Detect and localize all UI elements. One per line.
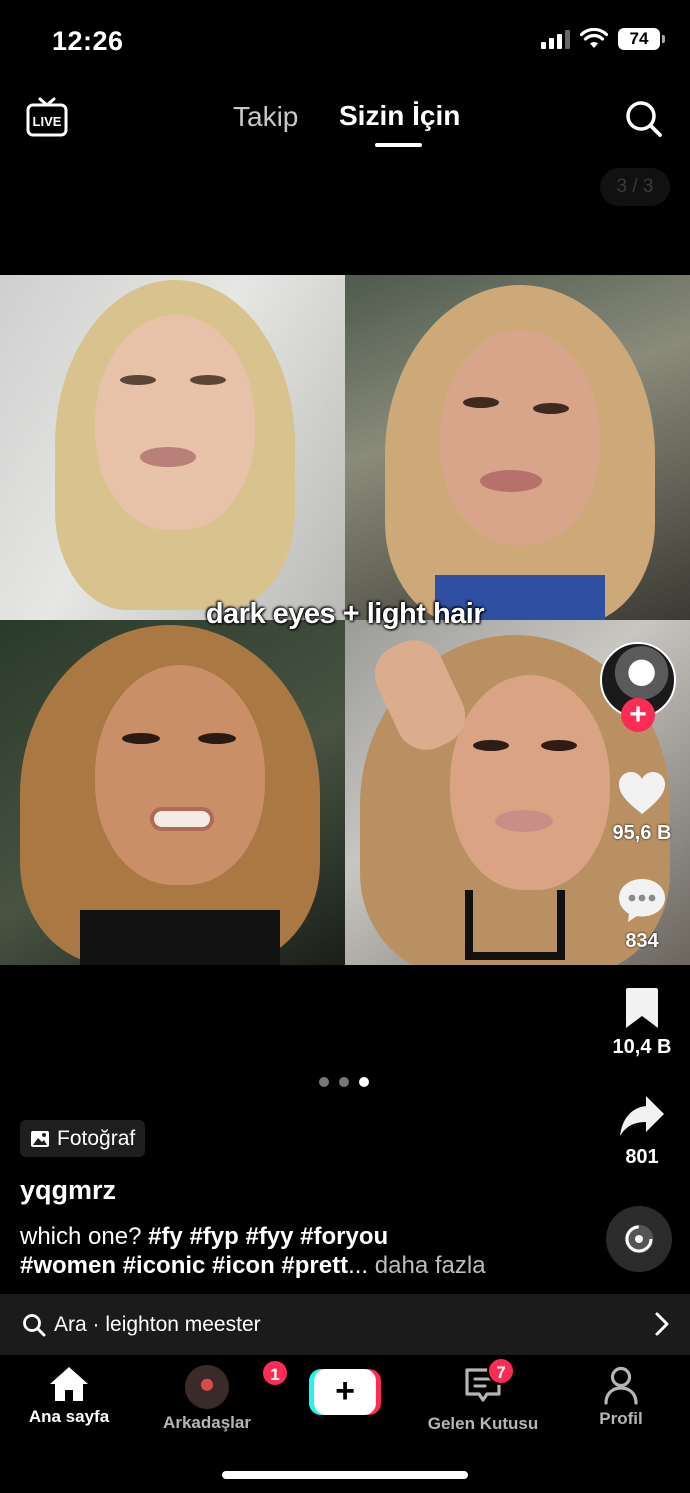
creator-avatar-button[interactable]: + xyxy=(600,642,678,732)
nav-home[interactable]: Ana sayfa xyxy=(0,1365,138,1427)
battery-indicator: 74 xyxy=(618,28,665,50)
nav-profile-label: Profil xyxy=(599,1409,643,1428)
music-disc-icon xyxy=(625,1225,653,1253)
carousel-dot-active xyxy=(359,1077,369,1087)
like-count: 95,6 B xyxy=(612,822,672,844)
collage-photo-top-right xyxy=(345,275,690,620)
nav-home-label: Ana sayfa xyxy=(28,1407,110,1426)
bookmark-icon xyxy=(626,988,658,1028)
cellular-signal-icon xyxy=(541,29,570,49)
music-disc-button[interactable] xyxy=(606,1206,672,1272)
creator-username[interactable]: yqgmrz xyxy=(20,1175,116,1206)
active-tab-indicator xyxy=(375,143,422,147)
share-count: 801 xyxy=(625,1146,659,1168)
carousel-dot xyxy=(339,1077,349,1087)
status-indicators: 74 xyxy=(541,28,665,50)
like-button[interactable]: 95,6 B xyxy=(598,770,686,845)
inbox-notification-badge: 7 xyxy=(487,1357,515,1385)
nav-create[interactable]: + xyxy=(276,1365,414,1415)
plus-icon: + xyxy=(314,1369,376,1415)
search-icon xyxy=(23,1313,46,1336)
photo-page-counter: 3 / 3 xyxy=(600,168,670,206)
collage-photo-top-left xyxy=(0,275,345,620)
search-suggestion-text: Ara · leighton meester xyxy=(54,1313,261,1337)
nav-inbox[interactable]: 7 Gelen Kutusu xyxy=(414,1357,552,1434)
caption-hashtags-line1[interactable]: #fy #fyp #fyy #foryou xyxy=(148,1223,388,1250)
carousel-dots xyxy=(319,1077,369,1087)
chevron-right-icon xyxy=(655,1312,669,1336)
heart-icon xyxy=(619,772,665,814)
status-time: 12:26 xyxy=(52,26,124,56)
photo-type-badge: Fotoğraf xyxy=(20,1120,146,1157)
home-indicator-bar xyxy=(222,1471,468,1479)
caption-hashtags-line2[interactable]: #women #iconic #icon #prett xyxy=(20,1252,348,1279)
wifi-icon xyxy=(580,28,608,48)
photo-overlay-text: dark eyes + light hair xyxy=(205,598,485,630)
caption-ellipsis: ... xyxy=(348,1252,369,1279)
caption-text: which one? xyxy=(20,1223,142,1250)
search-prefix: Ara xyxy=(54,1312,87,1336)
tv-live-icon: LIVE xyxy=(26,97,68,137)
post-caption[interactable]: which one? #fy #fyp #fyy #foryou #women … xyxy=(20,1222,580,1280)
tab-for-you[interactable]: Sizin İçin xyxy=(339,100,460,132)
follow-plus-button[interactable]: + xyxy=(621,698,655,732)
search-icon xyxy=(626,101,662,137)
nav-profile[interactable]: Profil xyxy=(552,1365,690,1429)
photo-type-label: Fotoğraf xyxy=(57,1126,136,1150)
profile-person-icon xyxy=(604,1366,638,1405)
save-count: 10,4 B xyxy=(612,1036,672,1058)
nav-friends-label: Arkadaşlar xyxy=(163,1413,251,1432)
share-arrow-icon xyxy=(620,1096,664,1136)
image-icon xyxy=(31,1130,49,1147)
comment-bubble-icon xyxy=(619,879,665,922)
nav-friends[interactable]: 1 Arkadaşlar xyxy=(138,1359,289,1433)
home-icon xyxy=(50,1367,88,1401)
nav-inbox-label: Gelen Kutusu xyxy=(427,1414,539,1433)
create-post-button[interactable]: + xyxy=(309,1369,381,1415)
friends-avatar-icon xyxy=(185,1365,229,1409)
search-suggestion-bar[interactable]: Ara · leighton meester xyxy=(0,1294,690,1355)
carousel-dot xyxy=(319,1077,329,1087)
comment-count: 834 xyxy=(625,930,659,952)
see-more-link[interactable]: daha fazla xyxy=(375,1252,486,1279)
search-query: leighton meester xyxy=(105,1312,261,1336)
search-button[interactable] xyxy=(624,99,664,139)
tab-following[interactable]: Takip xyxy=(233,101,298,133)
save-button[interactable]: 10,4 B xyxy=(598,986,686,1059)
search-separator: · xyxy=(86,1312,106,1336)
collage-photo-bottom-left xyxy=(0,620,345,965)
live-label: LIVE xyxy=(33,114,62,129)
comment-button[interactable]: 834 xyxy=(598,876,686,953)
live-button[interactable]: LIVE xyxy=(26,96,68,138)
share-button[interactable]: 801 xyxy=(598,1094,686,1169)
